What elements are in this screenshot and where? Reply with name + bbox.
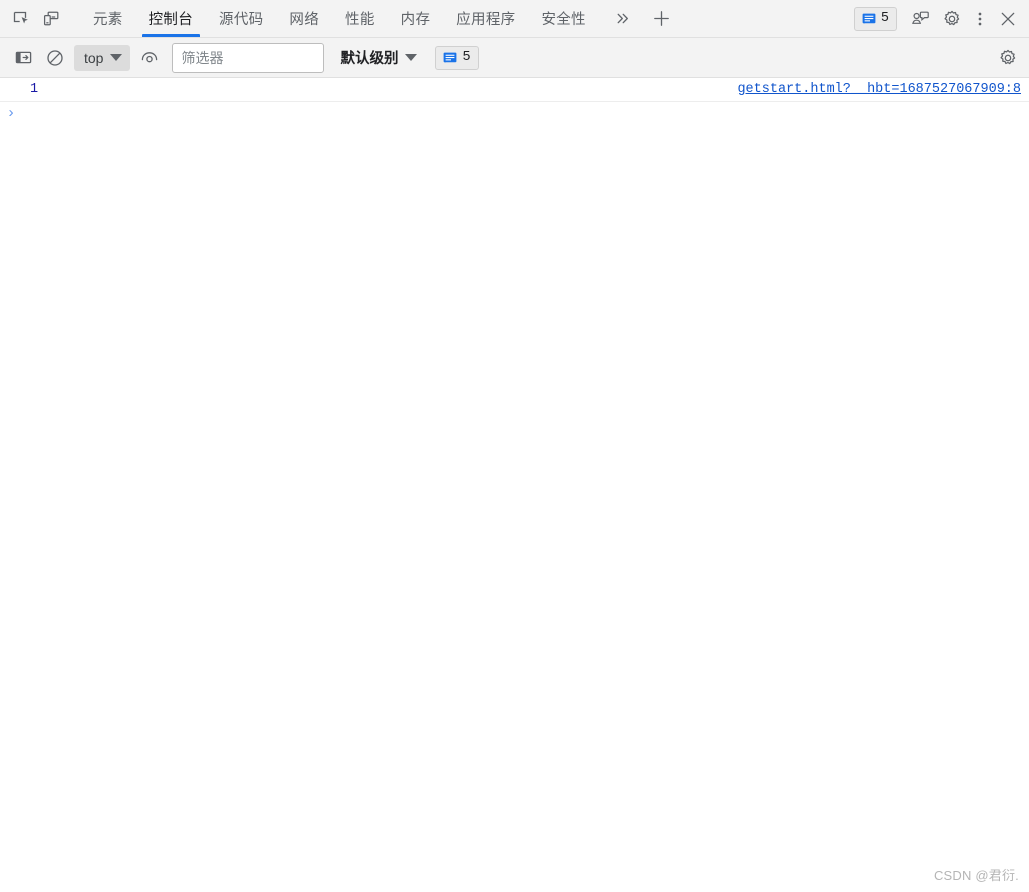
tab-security[interactable]: 安全性 [528,0,598,37]
csdn-watermark: CSDN @君衍. [933,868,1019,883]
devtools-window: 元素 控制台 源代码 网络 性能 内存 应用程序 安全性 5 top 筛选器 默… [0,0,1029,892]
console-source-link[interactable]: getstart.html?__hbt=1687527067909:8 [737,82,1021,97]
gear-icon[interactable] [993,43,1023,73]
tab-console[interactable]: 控制台 [136,0,206,37]
tab-label: 应用程序 [456,12,516,28]
chevron-down-icon [405,54,418,61]
console-prompt-row[interactable]: › [0,102,1029,124]
tabbar-overflow-group [609,0,677,37]
inspect-cursor-icon[interactable] [6,4,36,34]
clear-console-icon[interactable] [40,43,70,73]
tabbar-spacer [677,0,854,37]
tab-sources[interactable]: 源代码 [206,0,276,37]
more-tabs-chevron-icon[interactable] [609,4,639,34]
log-level-label: 默认级别 [340,51,399,67]
console-message-list[interactable]: 1 getstart.html?__hbt=1687527067909:8 › [0,78,1029,892]
message-count-label: 5 [462,50,471,65]
console-logged-value: 1 [30,82,39,97]
console-message-row[interactable]: 1 getstart.html?__hbt=1687527067909:8 [0,78,1029,102]
log-level-select[interactable]: 默认级别 [334,44,423,72]
tab-label: 控制台 [148,12,194,28]
console-prompt-input[interactable] [22,105,1029,123]
tab-label: 性能 [345,12,375,28]
device-toolbar-icon[interactable] [36,4,66,34]
live-expression-eye-icon[interactable] [134,43,164,73]
execution-context-select[interactable]: top [74,44,131,71]
issues-count-label: 5 [880,11,889,26]
issues-message-icon [862,12,876,26]
tab-network[interactable]: 网络 [276,0,332,37]
devtools-tabbar: 元素 控制台 源代码 网络 性能 内存 应用程序 安全性 5 [0,0,1029,38]
feedback-person-icon[interactable] [905,4,935,34]
tab-label: 网络 [289,12,320,28]
tab-elements[interactable]: 元素 [80,0,136,37]
tab-list: 元素 控制台 源代码 网络 性能 内存 应用程序 安全性 [80,0,599,37]
tab-label: 源代码 [219,12,264,28]
console-toolbar: top 默认级别 5 [0,38,1029,78]
chevron-down-icon [110,54,123,61]
tab-label: 元素 [93,12,123,28]
prompt-arrow-icon: › [6,105,16,122]
tabbar-left-tools [0,0,66,37]
tab-application[interactable]: 应用程序 [443,0,528,37]
tab-label: 内存 [400,12,431,28]
filter-input[interactable] [172,42,325,73]
message-icon [443,51,457,65]
kebab-menu-icon[interactable] [969,4,991,34]
gear-icon[interactable] [937,4,967,34]
issues-count-badge[interactable]: 5 [853,6,897,31]
close-icon[interactable] [993,4,1023,34]
add-panel-plus-icon[interactable] [647,4,677,34]
tab-label: 安全性 [541,12,586,28]
tab-performance[interactable]: 性能 [332,0,388,37]
message-count-badge[interactable]: 5 [435,45,479,70]
console-sidebar-icon[interactable] [8,43,38,73]
tab-memory[interactable]: 内存 [388,0,444,37]
tabbar-right-tools: 5 [853,0,1029,37]
execution-context-label: top [84,49,104,66]
